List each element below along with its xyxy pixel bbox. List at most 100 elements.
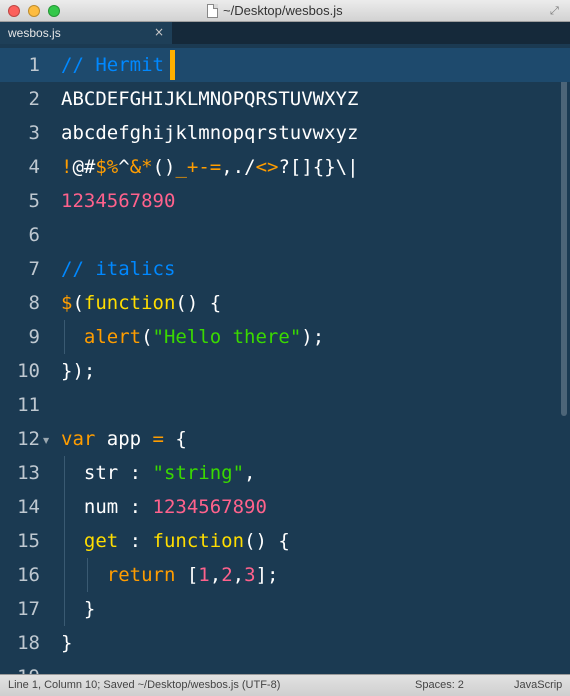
line-number: 7 [28, 258, 40, 280]
code-token: app [95, 428, 153, 450]
code-token: ( [141, 326, 153, 348]
code-token: <> [255, 156, 279, 178]
code-line[interactable]: 14 num : 1234567890 [0, 490, 570, 524]
code-line[interactable]: 9 alert("Hello there"); [0, 320, 570, 354]
code-token: ABCDEFGHIJKLMNOPQRSTUVWXYZ [61, 88, 359, 110]
code-text: return [1,2,3]; [61, 564, 279, 586]
document-icon [207, 4, 218, 18]
code-token: ?[]{}\| [278, 156, 359, 178]
code-line[interactable]: 4 !@#$%^&*()_+-=,./<>?[]{}\| [0, 150, 570, 184]
title-bar: ~/Desktop/wesbos.js ⤢ [0, 0, 570, 22]
line-number: 12 [17, 428, 40, 450]
code-token: ,./ [221, 156, 256, 178]
line-number: 11 [17, 394, 40, 416]
code-token: num : [61, 496, 153, 518]
code-text: } [61, 599, 95, 619]
code-token: 3 [244, 564, 256, 586]
text-cursor [170, 50, 175, 80]
code-token: function [152, 530, 245, 552]
code-token: } [61, 598, 96, 620]
code-line[interactable]: 6 [0, 218, 570, 252]
minimize-window-icon[interactable] [28, 5, 40, 17]
code-editor[interactable]: 1 // Hermit 2 ABCDEFGHIJKLMNOPQRSTUVWXYZ 3 ab… [0, 44, 570, 674]
line-number: 16 [17, 564, 40, 586]
code-token: var [61, 428, 96, 450]
tab-wesbos-js[interactable]: wesbos.js × [0, 22, 172, 44]
code-line[interactable]: 10}); [0, 354, 570, 388]
tab-close-icon[interactable]: × [154, 25, 164, 39]
fold-arrow-icon[interactable]: ▼ [43, 436, 49, 445]
code-line[interactable]: 17 } [0, 592, 570, 626]
code-line[interactable]: 18} [0, 626, 570, 660]
line-number: 13 [17, 462, 40, 484]
line-number: 6 [28, 224, 40, 246]
code-line[interactable]: 12 ▼ var app = { [0, 422, 570, 456]
code-line[interactable]: 16 return [1,2,3]; [0, 558, 570, 592]
code-line[interactable]: 15 get : function() { [0, 524, 570, 558]
code-token: () [152, 156, 176, 178]
code-token: = [152, 428, 164, 450]
code-token: @# [72, 156, 96, 178]
status-syntax[interactable]: JavaScrip [514, 679, 562, 691]
code-text: ABCDEFGHIJKLMNOPQRSTUVWXYZ [61, 89, 358, 109]
line-number: 19 [0, 667, 40, 674]
code-token: , [232, 564, 245, 586]
code-line[interactable]: 11 [0, 388, 570, 422]
code-token: ( [72, 292, 84, 314]
line-number: 1 [28, 54, 40, 76]
code-text: // Hermit [61, 55, 164, 75]
line-number: 2 [28, 88, 40, 110]
code-token: get [83, 530, 119, 552]
close-window-icon[interactable] [8, 5, 20, 17]
code-token: : [118, 530, 153, 552]
code-token: function [83, 292, 176, 314]
code-text: var app = { [61, 429, 187, 449]
code-token: 2 [221, 564, 233, 586]
code-token: // Hermit [61, 54, 164, 76]
code-token: $% [95, 156, 119, 178]
code-line[interactable]: 2 ABCDEFGHIJKLMNOPQRSTUVWXYZ [0, 82, 570, 116]
status-position: Line 1, Column 10; Saved ~/Desktop/wesbo… [8, 679, 281, 691]
code-text: // italics [61, 259, 175, 279]
zoom-window-icon[interactable] [48, 5, 60, 17]
code-token: ! [61, 156, 73, 178]
code-token: str : [61, 462, 153, 484]
code-text: 1234567890 [61, 191, 175, 211]
line-number: 15 [17, 530, 40, 552]
code-line[interactable]: 7 // italics [0, 252, 570, 286]
code-token: $ [61, 292, 73, 314]
code-token: 1 [198, 564, 210, 586]
code-line[interactable]: 3 abcdefghijklmnopqrstuvwxyz [0, 116, 570, 150]
code-token: { [163, 428, 187, 450]
tab-bar: wesbos.js × [0, 22, 570, 44]
code-line[interactable]: 19 [0, 660, 570, 674]
code-token: &* [129, 156, 153, 178]
fullscreen-icon[interactable]: ⤢ [550, 5, 562, 17]
code-line[interactable]: 5 1234567890 [0, 184, 570, 218]
code-token: [ [175, 564, 199, 586]
code-token: , [209, 564, 222, 586]
code-text: }); [61, 361, 95, 381]
code-token: ); [301, 326, 325, 348]
code-token: ^ [118, 156, 130, 178]
code-text: num : 1234567890 [61, 497, 267, 517]
status-indentation[interactable]: Spaces: 2 [415, 679, 464, 691]
code-token: _+-= [175, 156, 222, 178]
code-text: !@#$%^&*()_+-=,./<>?[]{}\| [61, 157, 359, 177]
code-token: 1234567890 [61, 190, 176, 212]
code-line[interactable]: 8 $(function() { [0, 286, 570, 320]
code-line[interactable]: 1 // Hermit [0, 48, 570, 82]
code-token: } [61, 632, 73, 654]
code-text: get : function() { [61, 531, 290, 551]
code-text: alert("Hello there"); [61, 327, 324, 347]
code-text: abcdefghijklmnopqrstuvwxyz [61, 123, 358, 143]
code-line[interactable]: 13 str : "string", [0, 456, 570, 490]
code-token: , [244, 462, 256, 484]
line-number: 3 [28, 122, 40, 144]
line-number: 5 [28, 190, 40, 212]
line-number: 9 [28, 326, 40, 348]
line-number: 10 [17, 360, 40, 382]
